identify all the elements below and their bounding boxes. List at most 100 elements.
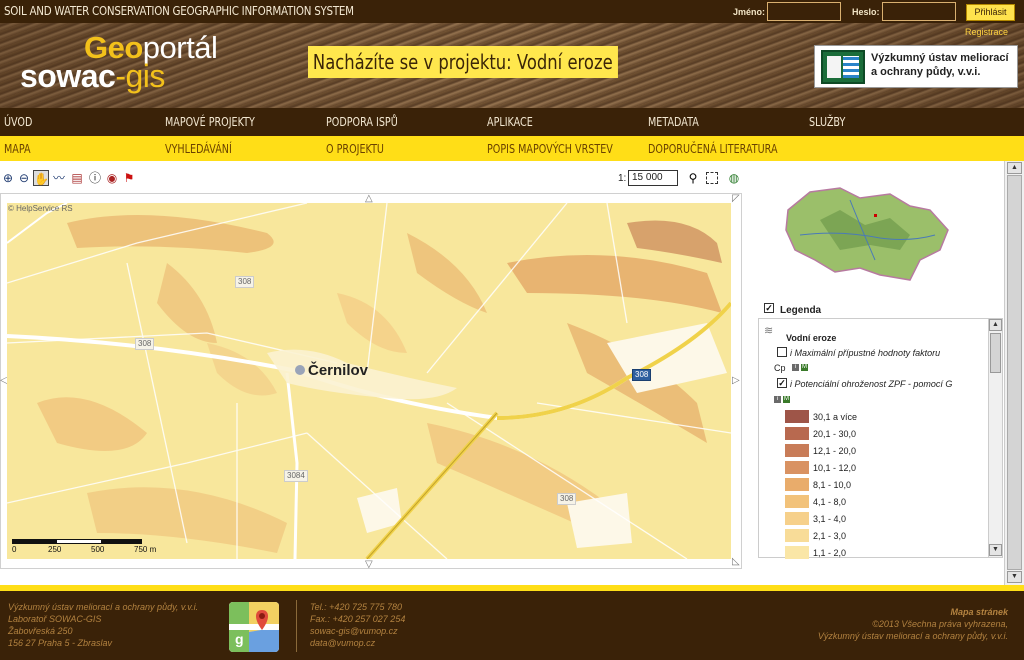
layer-group-name[interactable]: Vodní eroze: [786, 333, 836, 343]
legend-swatch: [785, 529, 809, 542]
legend-class-label: 30,1 a více: [813, 412, 858, 422]
legend-scrollbar[interactable]: ▲ ▼: [988, 319, 1002, 557]
register-link[interactable]: Registrace: [965, 27, 1008, 37]
legend-toggle-checkbox[interactable]: ✓: [764, 303, 774, 313]
layer-map-icon[interactable]: M: [783, 396, 790, 403]
system-title: SOIL AND WATER CONSERVATION GEOGRAPHIC I…: [4, 4, 354, 18]
identify-icon[interactable]: ◉: [104, 170, 120, 186]
pan-east-arrow[interactable]: ▷: [732, 376, 740, 386]
nav-podpora-ispu[interactable]: PODPORA ISPŮ: [326, 115, 398, 129]
legend-class-label: 20,1 - 30,0: [813, 429, 857, 439]
nav-mapove-projekty[interactable]: MAPOVÉ PROJEKTY: [165, 115, 255, 129]
login-password-label: Heslo:: [852, 7, 880, 17]
current-project-label: Nacházíte se v projektu: Vodní eroze: [308, 46, 618, 78]
footer-city: 156 27 Praha 5 - Zbraslav: [8, 638, 113, 648]
subnav-mapa[interactable]: MAPA: [4, 142, 31, 156]
map-scalebar: [12, 539, 142, 544]
institute-logo[interactable]: Výzkumný ústav meliorací a ochrany půdy,…: [814, 45, 1018, 88]
subnav-popis-vrstev[interactable]: POPIS MAPOVÝCH VRSTEV: [487, 142, 613, 156]
search-binoculars-icon[interactable]: ⚲: [685, 170, 701, 186]
legend-class-label: 1,1 - 2,0: [813, 548, 847, 558]
overview-map[interactable]: [780, 180, 956, 290]
nav-metadata[interactable]: METADATA: [648, 115, 699, 129]
logo-sowac: sowac: [20, 58, 116, 94]
road-label: 308: [135, 338, 155, 350]
footer-separator: [296, 600, 297, 652]
legend-swatch: [785, 427, 809, 440]
footer-phone: Tel.: +420 725 775 780: [310, 602, 402, 612]
legend-scroll-down[interactable]: ▼: [989, 544, 1002, 556]
footer-fax: Fax.: +420 257 027 254: [310, 614, 406, 624]
nav-aplikace[interactable]: APLIKACE: [487, 115, 533, 129]
scale-prefix: 1:: [618, 173, 627, 184]
scale-tick: 750 m: [134, 545, 157, 554]
vumop-icon: [821, 50, 865, 84]
print-icon[interactable]: ▤: [69, 170, 85, 186]
legend-swatch: [785, 444, 809, 457]
page-scroll-down[interactable]: ▼: [1007, 571, 1022, 583]
globe-icon[interactable]: ◍: [726, 170, 742, 186]
layer1-name-cont: Cp: [774, 363, 786, 373]
login-name-input[interactable]: [767, 2, 841, 21]
map-resize-corner[interactable]: ◸: [732, 194, 740, 204]
login-password-input[interactable]: [882, 2, 956, 21]
footer-org: Výzkumný ústav meliorací a ochrany půdy,…: [8, 602, 199, 612]
layer-metadata-icon[interactable]: i: [792, 364, 799, 371]
location-pin-icon[interactable]: ⚑: [121, 170, 137, 186]
layer1-name[interactable]: i Maximální přípustné hodnoty faktoru: [790, 348, 940, 358]
layer-metadata-icon[interactable]: i: [774, 396, 781, 403]
layer-map-icon[interactable]: M: [801, 364, 808, 371]
footer-copyright: ©2013 Všechna práva vyhrazena,: [872, 619, 1008, 629]
footer-email-link[interactable]: sowac-gis@vumop.cz: [310, 625, 405, 637]
legend-swatch: [785, 495, 809, 508]
map-canvas[interactable]: [7, 203, 731, 559]
road-label: 3084: [284, 470, 308, 482]
layer1-checkbox[interactable]: [777, 347, 787, 357]
footer-email-link[interactable]: data@vumop.cz: [310, 637, 405, 649]
layer2-checkbox[interactable]: ✓: [777, 378, 787, 388]
select-rectangle-icon[interactable]: [706, 172, 718, 184]
sitemap-link[interactable]: Mapa stránek: [818, 606, 1008, 618]
scale-tick: 0: [12, 545, 17, 554]
pan-hand-icon[interactable]: ✋: [33, 170, 49, 186]
layers-group-icon: ≋: [764, 325, 774, 337]
page-scrollbar[interactable]: ▲ ▼: [1004, 161, 1024, 585]
road-label: 308: [557, 493, 577, 505]
login-button[interactable]: Přihlásit: [966, 4, 1015, 21]
footer-right: Mapa stránek ©2013 Všechna práva vyhraze…: [818, 606, 1008, 642]
nav-sluzby[interactable]: SLUŽBY: [809, 115, 845, 129]
legend-class-label: 4,1 - 8,0: [813, 497, 847, 507]
google-maps-icon[interactable]: g: [229, 602, 279, 652]
svg-text:g: g: [235, 631, 244, 647]
legend-class-label: 8,1 - 10,0: [813, 480, 852, 490]
subnav-literatura[interactable]: DOPORUČENÁ LITERATURA: [648, 142, 778, 156]
map-copyright: © HelpService RS: [8, 204, 73, 213]
legend-class-label: 10,1 - 12,0: [813, 463, 857, 473]
info-icon[interactable]: ⓘ: [87, 170, 103, 186]
footer-copyright-org: Výzkumný ústav meliorací a ochrany půdy,…: [817, 631, 1008, 641]
main-navigation: ÚVOD MAPOVÉ PROJEKTY PODPORA ISPŮ APLIKA…: [0, 108, 1024, 136]
login-name-label: Jméno:: [733, 7, 766, 17]
map-resize-corner-bottom[interactable]: ◺: [732, 557, 740, 567]
nav-uvod[interactable]: ÚVOD: [4, 115, 32, 129]
page-scroll-thumb[interactable]: [1007, 175, 1022, 570]
footer-address: Výzkumný ústav meliorací a ochrany půdy,…: [8, 601, 198, 649]
road-label: 308: [235, 276, 255, 288]
zoom-in-icon[interactable]: ⊕: [0, 170, 16, 186]
subnav-vyhledavani[interactable]: VYHLEDÁVÁNÍ: [165, 142, 232, 156]
measure-icon[interactable]: 〰: [51, 170, 67, 186]
subnav-o-projektu[interactable]: O PROJEKTU: [326, 142, 384, 156]
legend-scroll-up[interactable]: ▲: [989, 319, 1002, 331]
legend-swatch: [785, 546, 809, 559]
legend-swatch: [785, 478, 809, 491]
scale-input[interactable]: 15 000: [628, 170, 678, 186]
pan-south-arrow[interactable]: ▽: [365, 560, 373, 570]
logo-gis: -gis: [115, 58, 165, 94]
legend-title: Legenda: [780, 305, 822, 316]
layer2-name[interactable]: i Potenciální ohroženost ZPF - pomocí G: [790, 379, 952, 389]
page-scroll-up[interactable]: ▲: [1007, 162, 1022, 174]
erosion-map-svg: [7, 203, 731, 559]
legend-scroll-thumb[interactable]: [990, 333, 1001, 373]
zoom-out-icon[interactable]: ⊖: [16, 170, 32, 186]
institute-name-line1: Výzkumný ústav meliorací: [871, 52, 1009, 64]
